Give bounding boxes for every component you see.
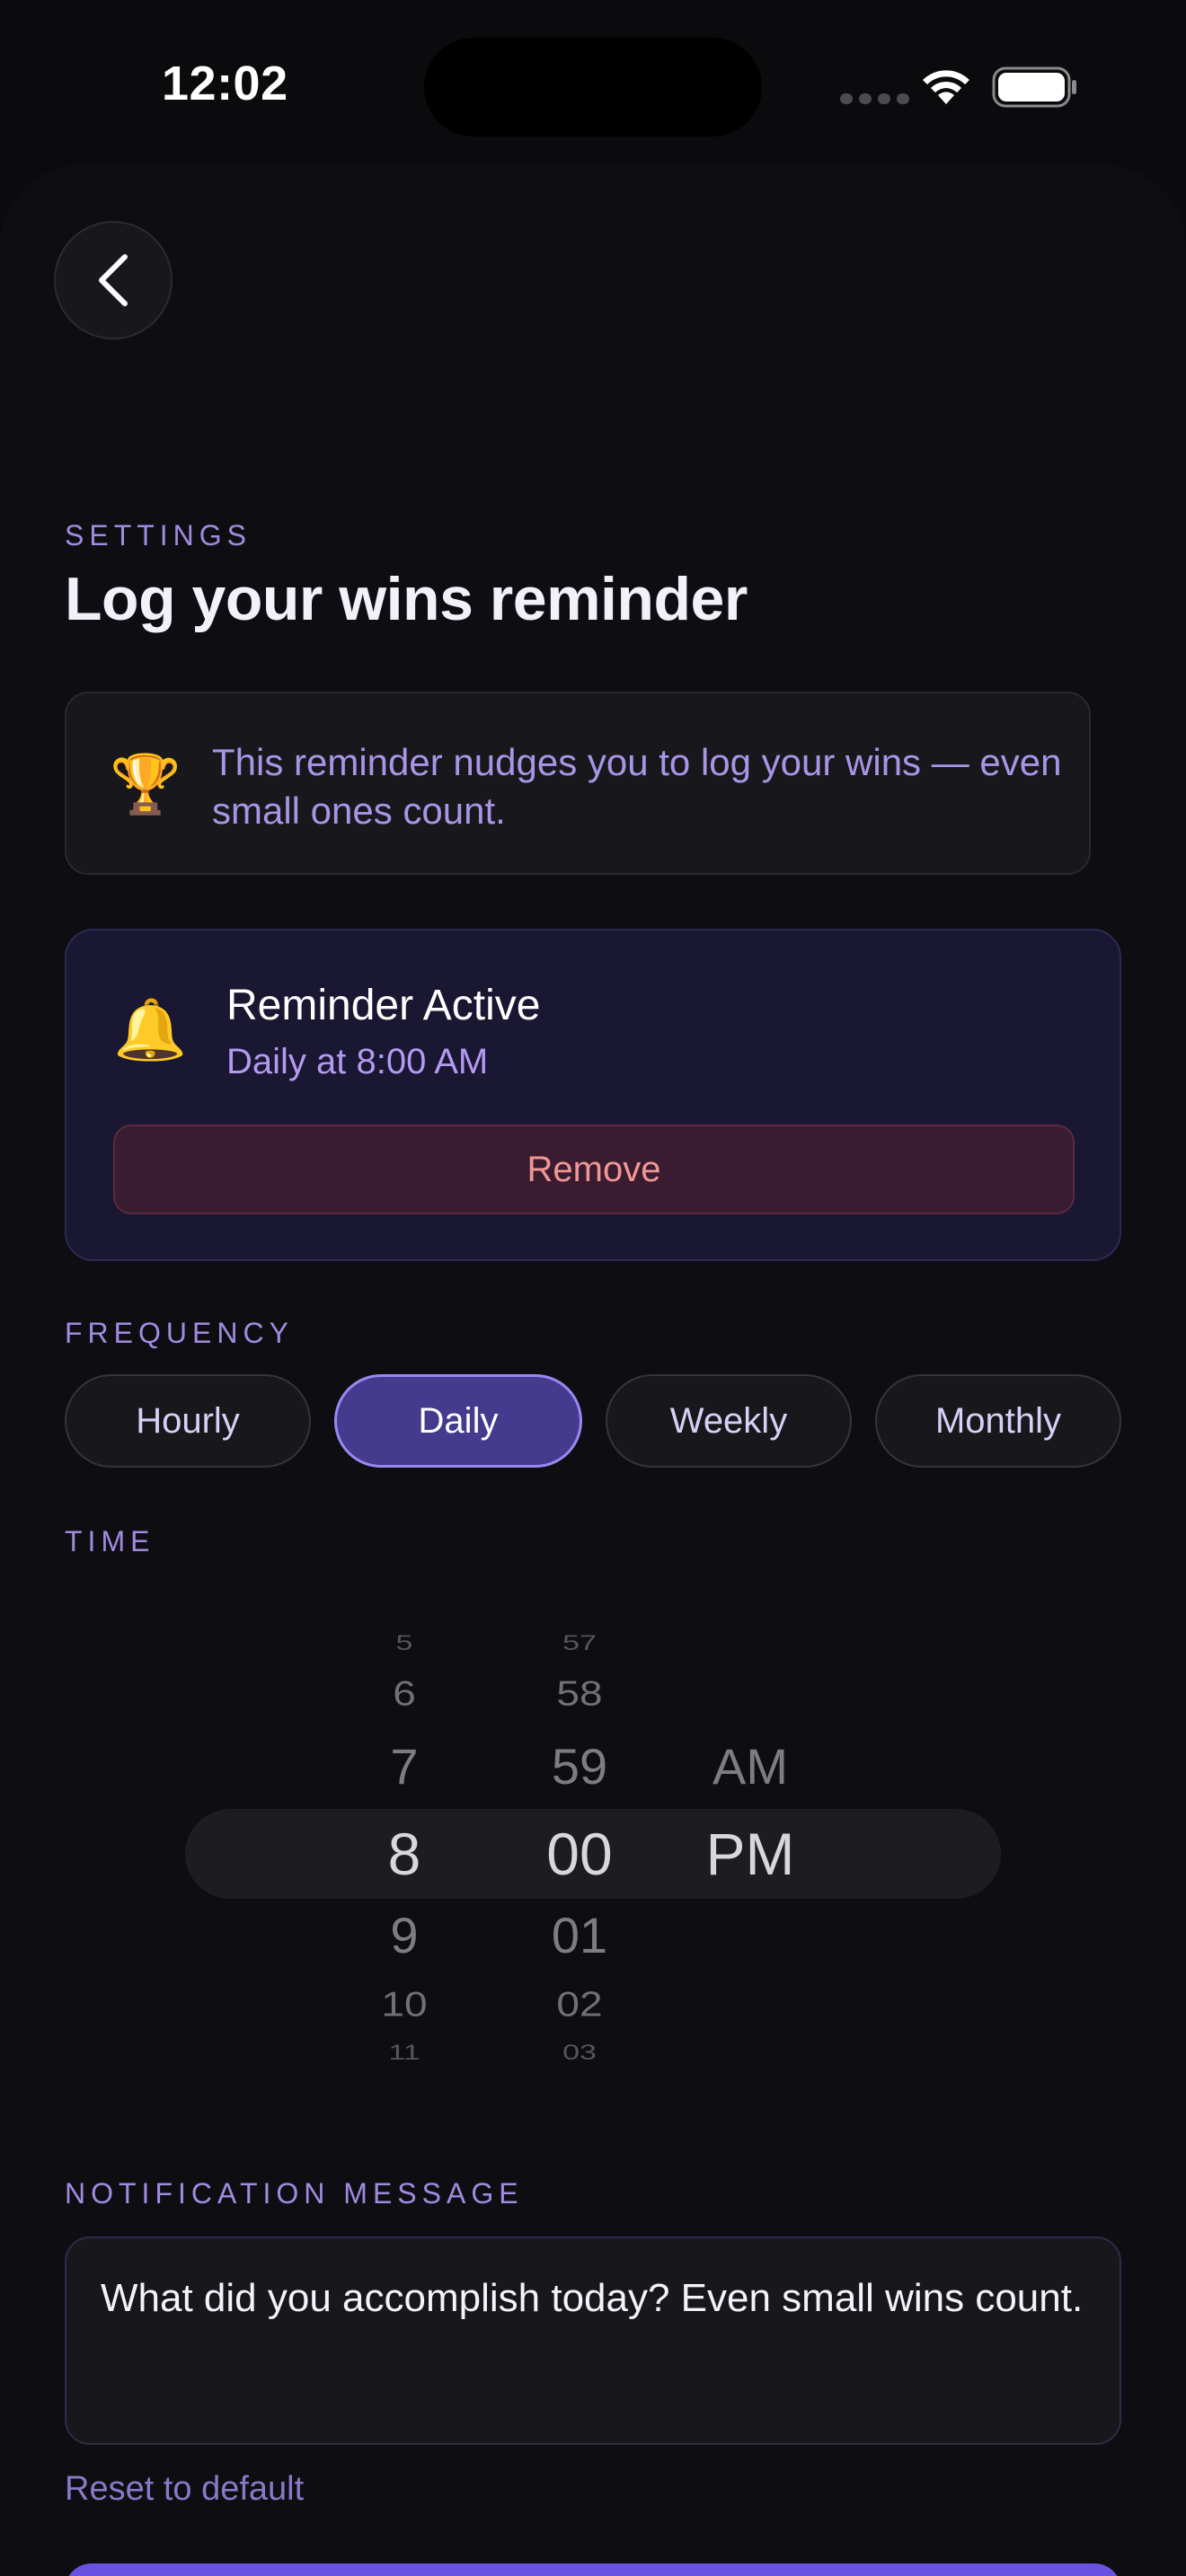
info-card: 🏆 This reminder nudges you to log your w… [65,692,1091,875]
frequency-daily[interactable]: Daily [334,1374,582,1468]
reset-to-default-link[interactable]: Reset to default [65,2470,304,2509]
minute-selected[interactable]: 00 [499,1820,660,1888]
frequency-label: FREQUENCY [65,1317,294,1349]
remove-button[interactable]: Remove [113,1125,1075,1214]
active-reminder-card: 🔔 Reminder Active Daily at 8:00 AM Remov… [65,929,1121,1261]
minute-option[interactable]: 58 [499,1672,660,1714]
hour-selected[interactable]: 8 [323,1820,485,1888]
time-picker[interactable]: 5 6 7 8 9 10 11 57 58 59 00 01 02 03 AM … [0,1608,1186,2093]
hour-option[interactable]: 9 [323,1906,485,1964]
minute-option[interactable]: 02 [499,1983,660,2025]
dynamic-island [424,38,762,137]
hour-option[interactable]: 5 [323,1631,485,1655]
section-eyebrow: SETTINGS [65,519,252,551]
minute-option[interactable]: 57 [499,1631,660,1655]
chevron-left-icon [99,254,128,306]
status-bar: 12:02 [0,0,1186,171]
hour-option[interactable]: 10 [323,1983,485,2025]
hour-option[interactable]: 11 [323,2041,485,2065]
period-option[interactable]: AM [674,1737,827,1795]
frequency-hourly[interactable]: Hourly [65,1374,311,1468]
hour-option[interactable]: 7 [323,1737,485,1795]
minute-option[interactable]: 01 [499,1906,660,1964]
minute-option[interactable]: 59 [499,1737,660,1795]
trophy-icon: 🏆 [110,752,181,816]
page-title: Log your wins reminder [65,565,748,633]
notification-message-label: NOTIFICATION MESSAGE [65,2177,524,2210]
frequency-selector: Hourly Daily Weekly Monthly [65,1374,1121,1469]
frequency-monthly[interactable]: Monthly [875,1374,1121,1468]
minute-option[interactable]: 03 [499,2041,660,2065]
cellular-signal-icon [840,93,909,104]
info-text: This reminder nudges you to log your win… [212,741,1062,832]
active-reminder-schedule: Daily at 8:00 AM [226,1042,489,1081]
hour-option[interactable]: 6 [323,1672,485,1714]
time-label: TIME [65,1525,155,1557]
battery-icon [992,66,1076,108]
period-selected[interactable]: PM [674,1820,827,1888]
back-button[interactable] [54,221,173,340]
active-reminder-title: Reminder Active [226,982,541,1029]
bell-icon: 🔔 [113,996,188,1063]
status-time: 12:02 [162,57,288,110]
notification-message-input[interactable]: What did you accomplish today? Even smal… [65,2236,1121,2445]
frequency-weekly[interactable]: Weekly [606,1374,852,1468]
wifi-icon [923,70,969,104]
primary-action-button[interactable] [65,2563,1121,2576]
